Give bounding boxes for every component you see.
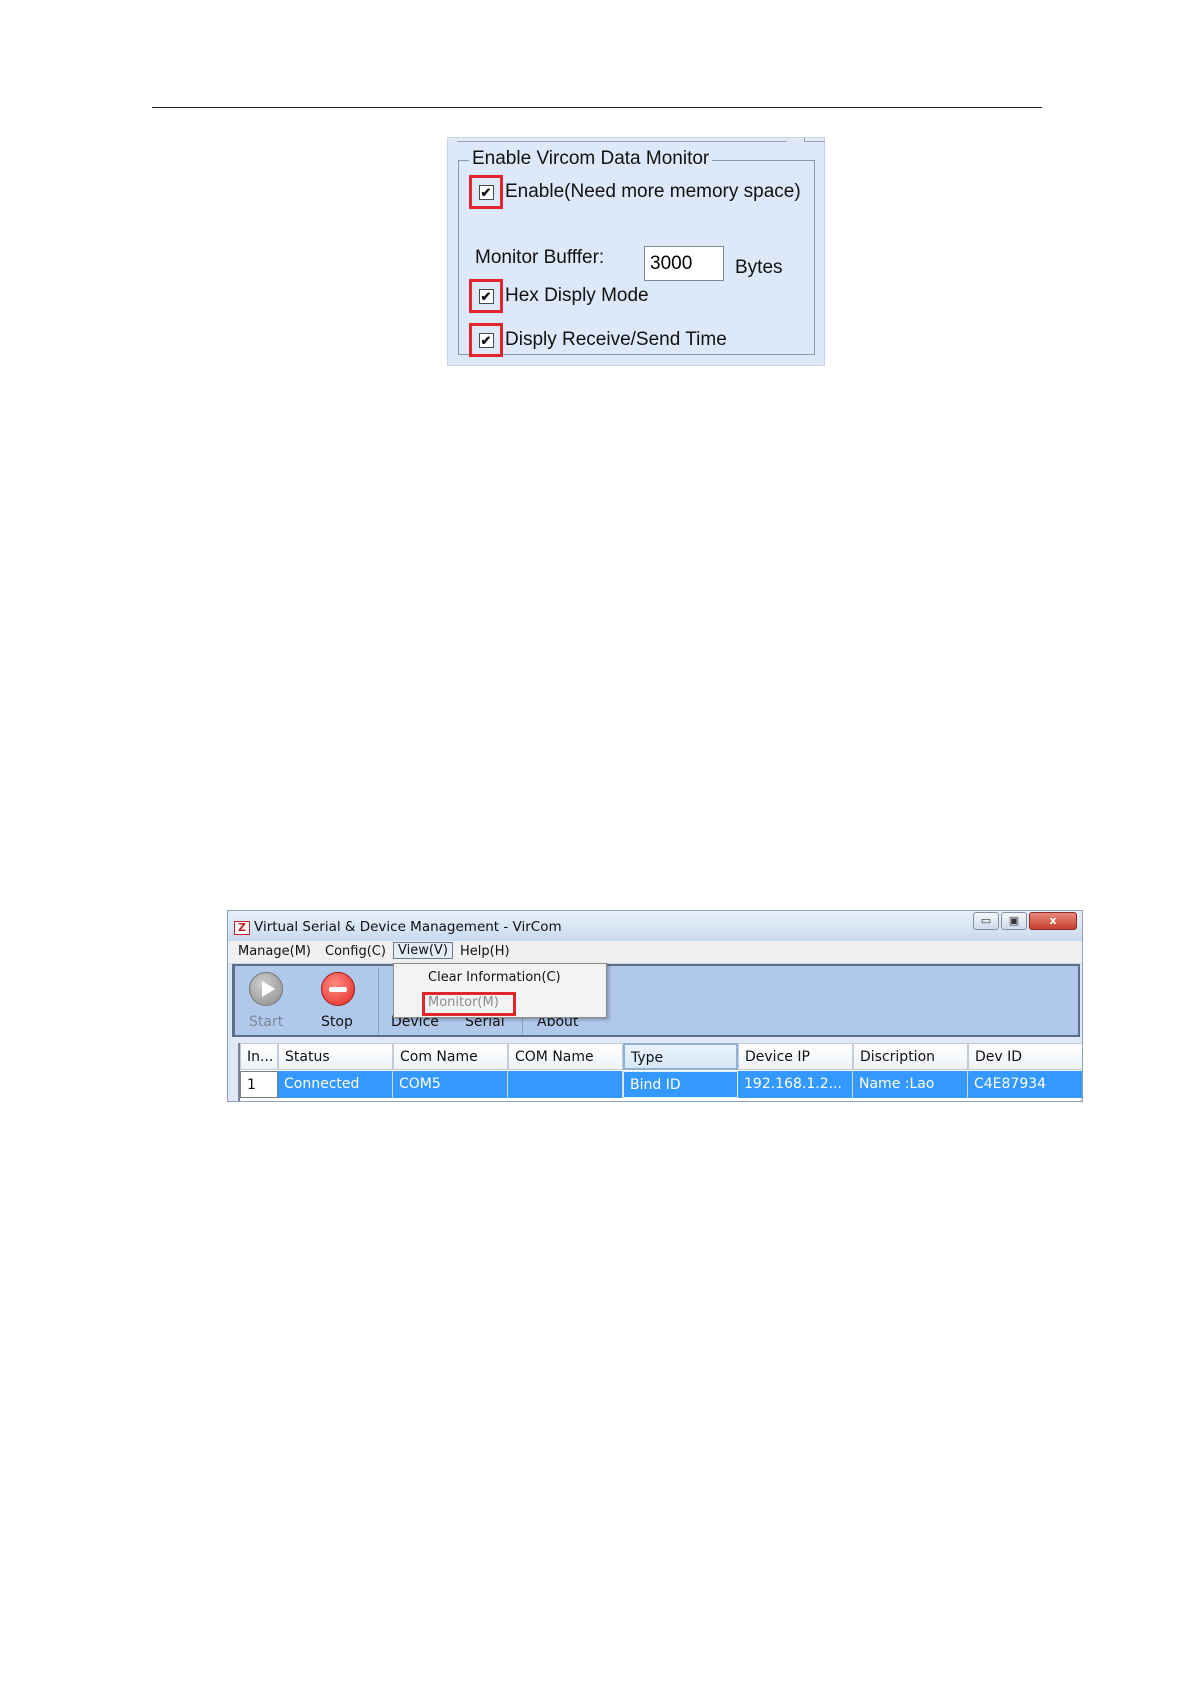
col-index[interactable]: In... — [240, 1043, 278, 1070]
maximize-button[interactable]: ▣ — [1001, 912, 1027, 930]
highlight-box — [422, 992, 516, 1016]
start-button-label[interactable]: Start — [249, 1014, 283, 1030]
minimize-button[interactable]: ▭ — [973, 912, 999, 930]
cell-com-name: COM5 — [393, 1071, 508, 1098]
check-icon: ✔ — [480, 288, 492, 304]
hex-mode-option[interactable]: ✔ Hex Disply Mode — [469, 279, 649, 313]
menu-clear-information[interactable]: Clear Information(C) — [428, 970, 561, 985]
toolbar-separator — [378, 968, 379, 1034]
monitor-group-box: Enable Vircom Data Monitor ✔ Enable(Need… — [458, 148, 815, 357]
device-table: In... Status Com Name COM Name Type Devi… — [238, 1043, 1082, 1101]
hex-mode-checkbox[interactable]: ✔ — [478, 288, 494, 304]
table-header-row: In... Status Com Name COM Name Type Devi… — [240, 1043, 1082, 1070]
menu-bar: Manage(M) Config(C) View(V) Help(H) — [228, 941, 1082, 964]
start-icon[interactable] — [249, 972, 283, 1006]
highlight-box: ✔ — [469, 323, 503, 357]
view-dropdown-menu: Clear Information(C) Monitor(M) — [393, 963, 607, 1018]
cell-dev-id: C4E87934 — [968, 1071, 1082, 1098]
buffer-size-input[interactable] — [644, 246, 724, 281]
time-display-checkbox[interactable]: ✔ — [478, 332, 494, 348]
col-type[interactable]: Type — [623, 1043, 738, 1070]
monitor-settings-screenshot: Enable Vircom Data Monitor ✔ Enable(Need… — [447, 137, 825, 366]
window-title: Virtual Serial & Device Management - Vir… — [254, 919, 562, 935]
col-description[interactable]: Discription — [853, 1043, 968, 1070]
title-bar[interactable]: Z Virtual Serial & Device Management - V… — [228, 911, 1082, 941]
time-display-label: Disply Receive/Send Time — [505, 329, 727, 350]
col-dev-id[interactable]: Dev ID — [968, 1043, 1082, 1070]
cell-description: Name :Lao — [853, 1071, 968, 1098]
stop-button-label[interactable]: Stop — [321, 1014, 353, 1030]
enable-monitor-option[interactable]: ✔ Enable(Need more memory space) — [469, 175, 801, 209]
page-header-rule — [152, 107, 1042, 108]
panel-top-edge-right — [804, 138, 825, 142]
menu-view[interactable]: View(V) — [393, 942, 453, 959]
enable-label: Enable(Need more memory space) — [505, 181, 801, 202]
highlight-box: ✔ — [469, 175, 503, 209]
buffer-label: Monitor Bufffer: — [475, 247, 605, 268]
group-title: Enable Vircom Data Monitor — [469, 148, 713, 170]
check-icon: ✔ — [480, 184, 492, 200]
col-com-name[interactable]: Com Name — [393, 1043, 508, 1070]
highlight-box: ✔ — [469, 279, 503, 313]
vircom-window-screenshot: Z Virtual Serial & Device Management - V… — [227, 910, 1083, 1102]
col-status[interactable]: Status — [278, 1043, 393, 1070]
app-logo-icon: Z — [234, 921, 250, 935]
menu-config[interactable]: Config(C) — [325, 944, 386, 959]
cell-index: 1 — [240, 1071, 278, 1098]
cell-type: Bind ID — [623, 1071, 738, 1098]
buffer-unit: Bytes — [735, 257, 783, 278]
panel-top-edge — [457, 138, 787, 142]
menu-help[interactable]: Help(H) — [460, 944, 510, 959]
cell-device-ip: 192.168.1.2... — [738, 1071, 853, 1098]
enable-checkbox[interactable]: ✔ — [478, 184, 494, 200]
cell-com-name-2 — [508, 1071, 623, 1098]
cell-status: Connected — [278, 1071, 393, 1098]
toolbar: Start Stop Device Serial About — [232, 964, 1080, 1037]
table-row[interactable]: 1 Connected COM5 Bind ID 192.168.1.2... … — [240, 1071, 1082, 1098]
menu-manage[interactable]: Manage(M) — [238, 944, 311, 959]
hex-mode-label: Hex Disply Mode — [505, 285, 649, 306]
close-button[interactable]: x — [1029, 912, 1077, 930]
col-com-name-2[interactable]: COM Name — [508, 1043, 623, 1070]
col-device-ip[interactable]: Device IP — [738, 1043, 853, 1070]
time-display-option[interactable]: ✔ Disply Receive/Send Time — [469, 323, 727, 357]
check-icon: ✔ — [480, 332, 492, 348]
stop-icon[interactable] — [321, 972, 355, 1006]
